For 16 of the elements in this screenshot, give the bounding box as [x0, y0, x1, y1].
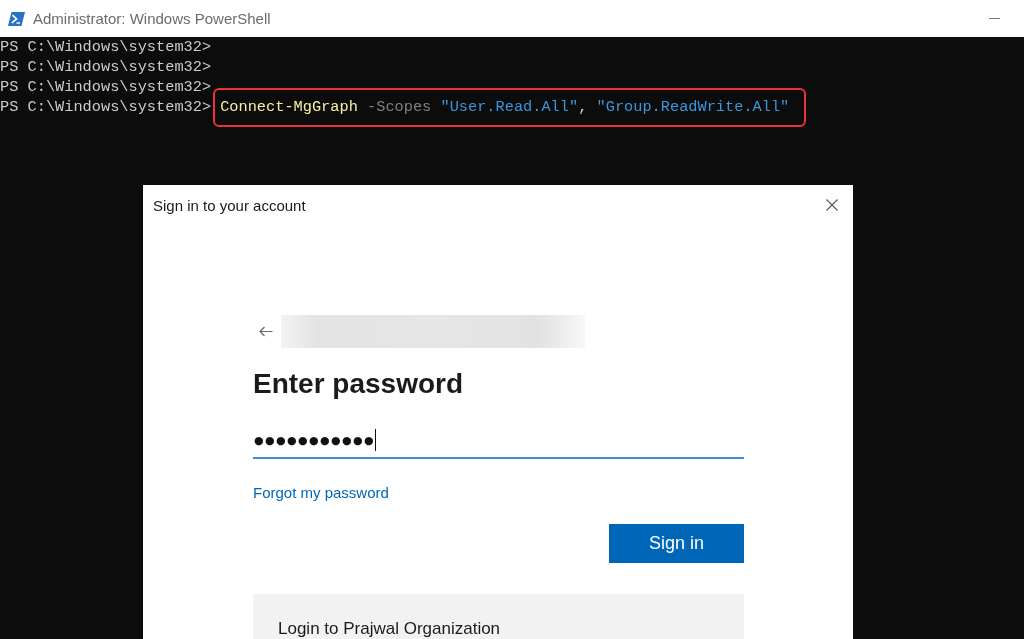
forgot-password-link[interactable]: Forgot my password [253, 483, 389, 503]
page-heading: Enter password [253, 367, 465, 401]
terminal-icon [8, 11, 25, 26]
command-text: Connect-MgGraph -Scopes "User.Read.All", "Group.ReadWrite.All" [213, 88, 807, 127]
prompt-text: PS C:\Windows\system32> [0, 78, 212, 96]
text-cursor-icon [375, 429, 376, 451]
prompt-text: PS C:\Windows\system32> [0, 58, 212, 76]
window-title: Administrator: Windows PowerShell [33, 10, 271, 27]
prompt-text: PS C:\Windows\system32> [0, 98, 212, 116]
sign-in-button[interactable]: Sign in [609, 524, 744, 563]
dialog-title: Sign in to your account [153, 196, 306, 214]
prompt-text: PS C:\Windows\system32> [0, 38, 212, 56]
back-arrow-icon[interactable] [259, 326, 273, 337]
password-field[interactable]: ●●●●●●●●●●● [253, 423, 744, 459]
close-icon[interactable] [826, 199, 838, 211]
org-login-text: Login to Prajwal Organization [278, 619, 502, 639]
